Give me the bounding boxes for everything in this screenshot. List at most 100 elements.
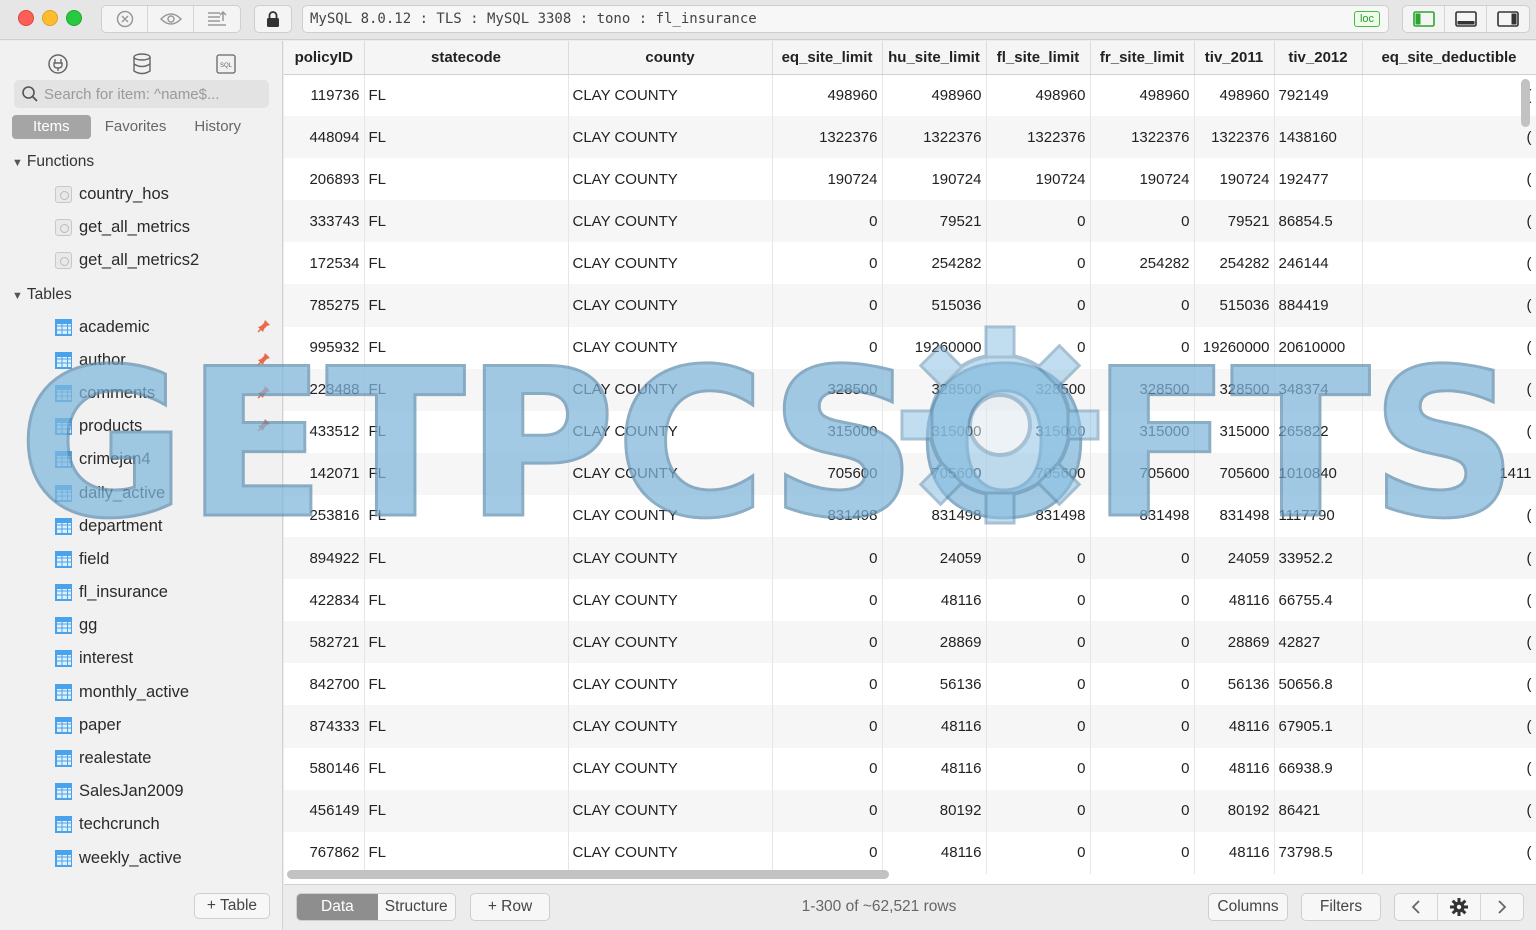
table-cell[interactable]: 80192 xyxy=(1194,789,1275,832)
table-row[interactable]: 223488 FL CLAY COUNTY 328500 328500 328500 328… xyxy=(284,368,1536,411)
table-cell[interactable]: FL xyxy=(364,789,569,832)
table-cell[interactable]: 254282 xyxy=(1090,242,1195,285)
table-cell[interactable]: 831498 xyxy=(882,494,987,538)
table-cell[interactable]: 0 xyxy=(1090,663,1195,706)
column-header[interactable]: eq_site_deductible xyxy=(1362,41,1536,75)
table-cell[interactable]: ( xyxy=(1362,537,1536,580)
table-cell[interactable]: 0 xyxy=(772,831,883,874)
table-cell[interactable]: 894922 xyxy=(284,537,365,580)
sidebar-table-item[interactable]: academic xyxy=(0,311,283,344)
table-cell[interactable]: 0 xyxy=(986,579,1091,622)
sidebar-table-item[interactable]: crimejan4 xyxy=(0,443,283,476)
table-cell[interactable]: CLAY COUNTY xyxy=(568,116,773,159)
table-cell[interactable]: FL xyxy=(364,831,569,874)
table-cell[interactable]: ( xyxy=(1362,158,1536,201)
table-cell[interactable]: 0 xyxy=(1090,326,1195,369)
add-table-button[interactable]: + Table xyxy=(194,893,270,919)
table-cell[interactable]: ( xyxy=(1362,705,1536,748)
sidebar-table-item[interactable]: SalesJan2009 xyxy=(0,775,283,808)
table-row[interactable]: 142071 FL CLAY COUNTY 705600 705600 705600 705… xyxy=(284,452,1536,495)
function-item[interactable]: get_all_metrics xyxy=(0,211,283,244)
table-cell[interactable]: 28869 xyxy=(1194,621,1275,664)
tab-favorites[interactable]: Favorites xyxy=(91,115,181,139)
table-cell[interactable]: 48116 xyxy=(882,579,987,622)
table-cell[interactable]: CLAY COUNTY xyxy=(568,579,773,622)
table-cell[interactable]: FL xyxy=(364,494,569,538)
table-cell[interactable]: CLAY COUNTY xyxy=(568,705,773,748)
table-row[interactable]: 874333 FL CLAY COUNTY 0 48116 0 0 48116 67905.1( xyxy=(284,705,1536,748)
table-cell[interactable]: 223488 xyxy=(284,368,365,411)
table-cell[interactable]: ( xyxy=(1362,284,1536,327)
table-cell[interactable]: 119736 xyxy=(284,74,365,117)
sidebar-table-item[interactable]: comments xyxy=(0,377,283,410)
table-cell[interactable]: 253816 xyxy=(284,494,365,538)
table-cell[interactable]: CLAY COUNTY xyxy=(568,200,773,243)
table-cell[interactable]: 0 xyxy=(1090,284,1195,327)
table-cell[interactable]: 422834 xyxy=(284,579,365,622)
table-cell[interactable]: 498960 xyxy=(986,74,1091,117)
table-cell[interactable]: 1322376 xyxy=(1090,116,1195,159)
table-cell[interactable]: 456149 xyxy=(284,789,365,832)
window-zoom-button[interactable] xyxy=(66,10,82,26)
table-cell[interactable]: ( xyxy=(1362,494,1536,538)
function-item[interactable]: country_hos xyxy=(0,178,283,211)
pin-icon[interactable] xyxy=(257,385,271,399)
table-cell[interactable]: ( xyxy=(1362,747,1536,790)
table-row[interactable]: 253816 FL CLAY COUNTY 831498 831498 831498 831… xyxy=(284,494,1536,538)
pin-icon[interactable] xyxy=(257,418,271,432)
table-cell[interactable]: 19260000 xyxy=(1194,326,1275,369)
table-cell[interactable]: 172534 xyxy=(284,242,365,285)
table-row[interactable]: 333743 FL CLAY COUNTY 0 79521 0 0 79521 86854.5( xyxy=(284,200,1536,243)
table-row[interactable]: 785275 FL CLAY COUNTY 0 515036 0 0 515036 884419… xyxy=(284,284,1536,327)
sidebar-table-item[interactable]: daily_active xyxy=(0,477,283,510)
table-cell[interactable]: CLAY COUNTY xyxy=(568,789,773,832)
database-icon[interactable] xyxy=(128,51,156,77)
table-cell[interactable]: 190724 xyxy=(882,158,987,201)
table-cell[interactable]: CLAY COUNTY xyxy=(568,831,773,874)
table-cell[interactable]: 1322376 xyxy=(882,116,987,159)
table-cell[interactable]: 792149 xyxy=(1274,74,1363,117)
toggle-right-panel-icon[interactable] xyxy=(1487,6,1529,32)
column-header[interactable]: fl_site_limit xyxy=(986,41,1091,75)
table-cell[interactable]: CLAY COUNTY xyxy=(568,242,773,285)
sidebar-table-item[interactable]: paper xyxy=(0,709,283,742)
table-cell[interactable]: ( xyxy=(1362,789,1536,832)
table-row[interactable]: 422834 FL CLAY COUNTY 0 48116 0 0 48116 66755.4( xyxy=(284,579,1536,622)
table-cell[interactable]: 48116 xyxy=(1194,831,1275,874)
column-header[interactable]: eq_site_limit xyxy=(772,41,883,75)
table-cell[interactable]: FL xyxy=(364,579,569,622)
table-cell[interactable]: 0 xyxy=(1090,537,1195,580)
table-cell[interactable]: 265822 xyxy=(1274,410,1363,453)
add-row-button[interactable]: + Row xyxy=(470,893,550,921)
table-cell[interactable]: 42827 xyxy=(1274,621,1363,664)
table-cell[interactable]: FL xyxy=(364,200,569,243)
table-cell[interactable]: FL xyxy=(364,621,569,664)
pin-icon[interactable] xyxy=(257,319,271,333)
table-cell[interactable]: 315000 xyxy=(1090,410,1195,453)
table-cell[interactable]: 0 xyxy=(772,284,883,327)
table-cell[interactable]: ( xyxy=(1362,74,1536,117)
table-cell[interactable]: 831498 xyxy=(1194,494,1275,538)
table-cell[interactable]: 0 xyxy=(986,537,1091,580)
plug-icon[interactable] xyxy=(44,51,72,77)
table-cell[interactable]: FL xyxy=(364,242,569,285)
table-row[interactable]: 894922 FL CLAY COUNTY 0 24059 0 0 24059 33952.2( xyxy=(284,537,1536,580)
table-cell[interactable]: FL xyxy=(364,705,569,748)
sidebar-table-item[interactable]: monthly_active xyxy=(0,676,283,709)
sidebar-table-item[interactable]: gg xyxy=(0,609,283,642)
table-cell[interactable]: 0 xyxy=(1090,705,1195,748)
function-item[interactable]: get_all_metrics2 xyxy=(0,244,283,277)
table-cell[interactable]: 884419 xyxy=(1274,284,1363,327)
table-cell[interactable]: 0 xyxy=(986,242,1091,285)
table-cell[interactable]: FL xyxy=(364,326,569,369)
table-cell[interactable]: CLAY COUNTY xyxy=(568,621,773,664)
table-cell[interactable]: 24059 xyxy=(1194,537,1275,580)
table-cell[interactable]: 328500 xyxy=(772,368,883,411)
horizontal-scrollbar[interactable] xyxy=(287,870,889,879)
table-cell[interactable]: 785275 xyxy=(284,284,365,327)
sidebar-table-item[interactable]: techcrunch xyxy=(0,808,283,841)
table-cell[interactable]: CLAY COUNTY xyxy=(568,494,773,538)
table-cell[interactable]: ( xyxy=(1362,326,1536,369)
table-cell[interactable]: 20610000 xyxy=(1274,326,1363,369)
table-cell[interactable]: 73798.5 xyxy=(1274,831,1363,874)
